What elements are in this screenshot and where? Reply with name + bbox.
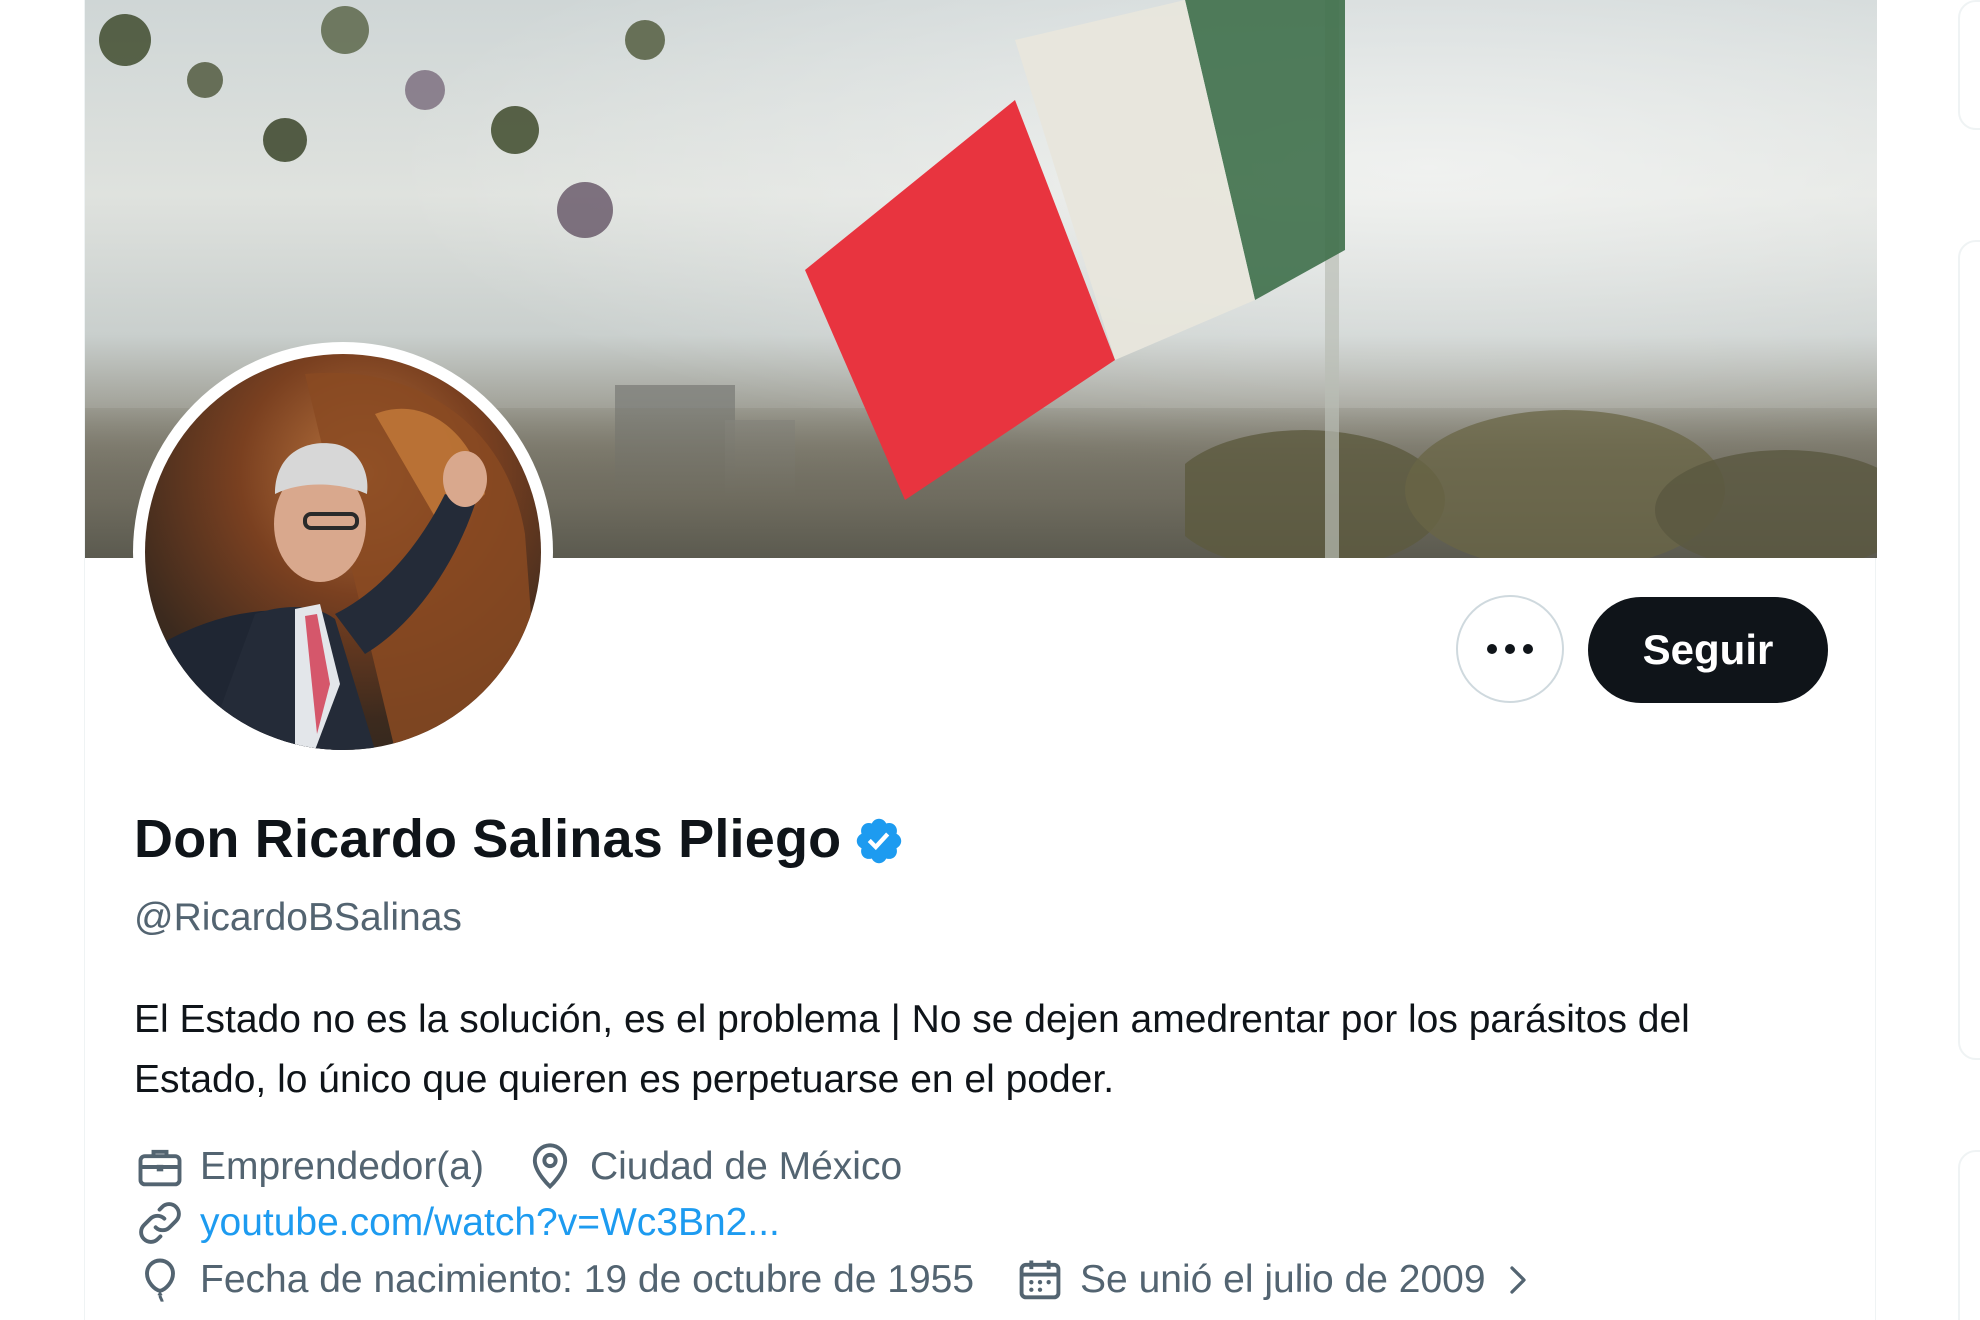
sidebar-card-edge [1958, 240, 1980, 1060]
banner-flag [805, 0, 1345, 500]
follow-button[interactable]: Seguir [1588, 597, 1828, 703]
calendar-icon [1019, 1260, 1061, 1300]
meta-location: Ciudad de México [524, 1141, 902, 1193]
balloon-icon [145, 1258, 175, 1302]
profile-avatar[interactable] [133, 342, 553, 762]
verified-badge-icon[interactable] [853, 815, 905, 867]
profile-bio: El Estado no es la solución, es el probl… [134, 998, 1690, 1101]
profile-meta-row: youtube.com/watch?v=Wc3Bn2... [134, 1197, 820, 1249]
sidebar-card-edge [1958, 1150, 1980, 1320]
meta-website[interactable]: youtube.com/watch?v=Wc3Bn2... [134, 1197, 780, 1249]
profile-column: Seguir Don Ricardo Salinas Pliego @Ricar… [84, 0, 1877, 1320]
meta-profession-text: Emprendedor(a) [200, 1145, 484, 1188]
website-link[interactable]: youtube.com/watch?v=Wc3Bn2... [200, 1201, 780, 1245]
meta-profession: Emprendedor(a) [134, 1141, 484, 1193]
meta-location-text: Ciudad de México [589, 1145, 903, 1188]
sidebar-card-edge [1958, 0, 1980, 130]
meta-joined[interactable]: Se unió el julio de 2009 [1014, 1254, 1535, 1306]
meta-birthdate: Fecha de nacimiento: 19 de octubre de 19… [134, 1254, 974, 1306]
link-icon [139, 1202, 181, 1244]
display-name-row: Don Ricardo Salinas Pliego [134, 808, 905, 870]
profile-meta-row: Fecha de nacimiento: 19 de octubre de 19… [134, 1254, 1576, 1306]
briefcase-icon [138, 1149, 182, 1187]
more-options-button[interactable] [1456, 595, 1564, 703]
avatar-photo [145, 354, 541, 750]
chevron-right-icon[interactable] [1500, 1262, 1536, 1298]
meta-birthdate-text: Fecha de nacimiento: 19 de octubre de 19… [200, 1258, 975, 1301]
profile-handle: @RicardoBSalinas [134, 896, 462, 939]
display-name: Don Ricardo Salinas Pliego [134, 809, 842, 869]
banner-leaves [99, 6, 665, 238]
profile-meta-row: Emprendedor(a) Ciudad de México [134, 1141, 942, 1193]
avatar-illustration [145, 372, 541, 750]
map-pin-icon [532, 1143, 568, 1190]
ellipsis-icon [1487, 644, 1533, 654]
meta-joined-text: Se unió el julio de 2009 [1080, 1258, 1486, 1301]
